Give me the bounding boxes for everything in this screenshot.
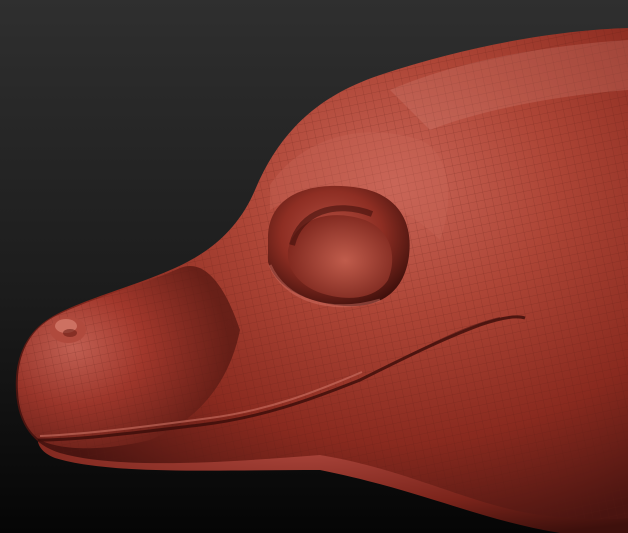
sculpt-viewport[interactable] [0, 0, 628, 533]
eye-socket [268, 185, 410, 308]
sculpt-render [0, 0, 628, 533]
nostril [50, 317, 86, 343]
